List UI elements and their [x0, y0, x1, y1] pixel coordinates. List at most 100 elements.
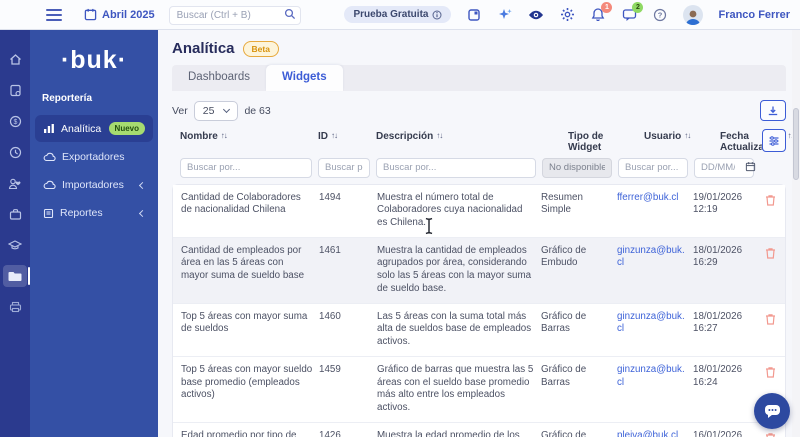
sidebar-icon-rail: $: [0, 30, 30, 437]
cell-usuario-link[interactable]: fferrer@buk.cl: [617, 191, 693, 206]
delete-icon[interactable]: [765, 432, 776, 437]
sort-icon[interactable]: ↑↓: [684, 131, 691, 140]
table-row[interactable]: Cantidad de Colaboradores de nacionalida…: [173, 184, 785, 237]
bar-chart-icon: [44, 124, 54, 133]
people-heart-icon[interactable]: [3, 172, 27, 194]
pagination-prefix: Ver: [172, 104, 188, 117]
user-avatar[interactable]: [683, 4, 704, 25]
page-size-select[interactable]: 25: [193, 100, 239, 121]
info-icon: [432, 10, 442, 19]
table-row[interactable]: Cantidad de empleados por área en las 5 …: [173, 236, 785, 303]
ai-sparkle-icon[interactable]: [497, 7, 513, 23]
cell-descripcion: Muestra la edad promedio de los empleado…: [377, 429, 520, 437]
chevron-down-icon: [223, 105, 231, 114]
table-header: Nombre ↑↓ ID ↑↓ Descripción ↑↓ Tipo de Widg…: [172, 129, 794, 157]
cell-nombre: Cantidad de Colaboradores de nacionalida…: [181, 191, 301, 216]
cell-descripcion: Las 5 áreas con la suma total más alta d…: [377, 310, 532, 348]
beta-badge: Beta: [242, 40, 279, 57]
topbar-actions: Prueba Gratuita 1 2 ? Franco Ferrer: [344, 1, 790, 25]
sidebar-item-importadores[interactable]: Importadores: [35, 172, 153, 198]
filter-descripcion-input[interactable]: [376, 157, 536, 178]
sidebar-item-reportes[interactable]: Reportes: [35, 200, 153, 226]
eye-icon[interactable]: [528, 7, 544, 23]
help-icon[interactable]: ?: [652, 7, 668, 23]
cell-id: 1460: [319, 310, 341, 322]
sidebar-item-label: Importadores: [62, 179, 124, 191]
sliders-icon: [769, 135, 779, 146]
column-header-descripcion[interactable]: Descripción ↑↓: [376, 131, 568, 142]
main-content: Analítica Beta Dashboards Widgets Ver 25…: [158, 30, 800, 437]
hamburger-menu-icon[interactable]: [46, 8, 62, 21]
delete-icon[interactable]: [765, 247, 776, 259]
sidebar-section-label: Reportería: [42, 93, 93, 104]
table-row[interactable]: Top 5 áreas con mayor sueldo base promed…: [173, 355, 785, 422]
nuevo-badge: Nuevo: [108, 122, 145, 135]
sidebar-item-analitica[interactable]: Analítica Nuevo: [35, 115, 153, 142]
column-header-usuario[interactable]: Usuario ↑↓: [644, 131, 720, 142]
messages-count-badge: 2: [632, 1, 644, 13]
cell-id: 1494: [319, 191, 341, 203]
clock-icon[interactable]: [3, 141, 27, 163]
printer-icon[interactable]: [3, 296, 27, 318]
cell-tipo: Gráfico de Barras: [541, 363, 587, 388]
sort-icon[interactable]: ↑↓: [331, 131, 338, 140]
tab-dashboards[interactable]: Dashboards: [172, 65, 266, 91]
search-input[interactable]: [168, 5, 301, 25]
topbar: Abril 2025 Prueba Gratuita 1 2: [0, 0, 800, 30]
user-name[interactable]: Franco Ferrer: [718, 9, 790, 21]
delete-icon[interactable]: [765, 313, 776, 325]
table-row[interactable]: Top 5 áreas con mayor suma de sueldos 14…: [173, 302, 785, 356]
sidebar-item-exportadores[interactable]: Exportadores: [35, 144, 153, 170]
filter-usuario-input[interactable]: [618, 157, 688, 178]
cell-usuario-link[interactable]: ginzunza@buk.cl: [617, 363, 693, 390]
scrollbar-thumb[interactable]: [793, 108, 799, 180]
notifications-bell-icon[interactable]: 1: [590, 1, 613, 23]
bookmark-icon[interactable]: [466, 7, 482, 23]
sort-icon[interactable]: ↑↓: [221, 131, 228, 140]
cell-tipo: Gráfico de Barras: [541, 310, 587, 335]
payments-icon[interactable]: $: [3, 110, 27, 132]
buk-logo: ·buk·: [60, 46, 128, 74]
calendar-icon[interactable]: [745, 161, 756, 172]
briefcase-icon[interactable]: [3, 203, 27, 225]
tab-widgets[interactable]: Widgets: [266, 65, 343, 91]
chat-launcher-button[interactable]: [754, 393, 790, 429]
messages-icon[interactable]: 2: [621, 1, 644, 23]
delete-icon[interactable]: [765, 194, 776, 206]
filter-id-input[interactable]: [318, 157, 370, 178]
delete-icon[interactable]: [765, 366, 776, 378]
education-icon[interactable]: [3, 234, 27, 256]
trial-badge[interactable]: Prueba Gratuita: [344, 6, 452, 23]
cell-nombre: Top 5 áreas con mayor suma de sueldos: [181, 310, 308, 335]
download-button[interactable]: [760, 100, 786, 121]
cell-usuario-link[interactable]: ginzunza@buk.cl: [617, 244, 693, 271]
cell-fecha: 18/01/2026 16:24: [693, 363, 743, 388]
gear-icon[interactable]: [559, 7, 575, 23]
sort-icon[interactable]: ↑↓: [436, 131, 443, 140]
cell-usuario-link[interactable]: pleiva@buk.cl: [617, 429, 693, 437]
home-icon[interactable]: [3, 48, 27, 70]
filter-button[interactable]: [762, 129, 786, 152]
sidebar-item-label: Analítica: [61, 122, 102, 135]
page-size-value: 25: [202, 104, 215, 117]
column-header-id[interactable]: ID ↑↓: [318, 131, 376, 142]
clipboard-settings-icon[interactable]: [3, 79, 27, 101]
filter-tipo-input: [542, 157, 612, 178]
filter-nombre-input[interactable]: [180, 157, 312, 178]
period-selector[interactable]: Abril 2025: [84, 8, 155, 21]
scrollbar-track[interactable]: [792, 30, 800, 437]
table-row[interactable]: Edad promedio por tipo de jornada de hom…: [173, 421, 785, 437]
cell-id: 1461: [319, 244, 341, 256]
column-header-nombre[interactable]: Nombre ↑↓: [172, 131, 318, 142]
chat-icon: [764, 404, 780, 418]
cell-nombre: Edad promedio por tipo de jornada de hom…: [181, 429, 297, 437]
chevron-left-icon: [138, 181, 147, 189]
report-doc-icon: [43, 208, 54, 218]
cell-tipo: Gráfico de Embudo: [541, 244, 587, 269]
cell-usuario-link[interactable]: ginzunza@buk.cl: [617, 310, 693, 337]
cloud-upload-icon: [43, 152, 56, 162]
reports-folder-icon[interactable]: [3, 265, 30, 287]
tabs: Dashboards Widgets: [172, 65, 786, 91]
svg-text:$: $: [13, 119, 17, 126]
column-header-tipo: Tipo de Widget: [568, 131, 604, 153]
